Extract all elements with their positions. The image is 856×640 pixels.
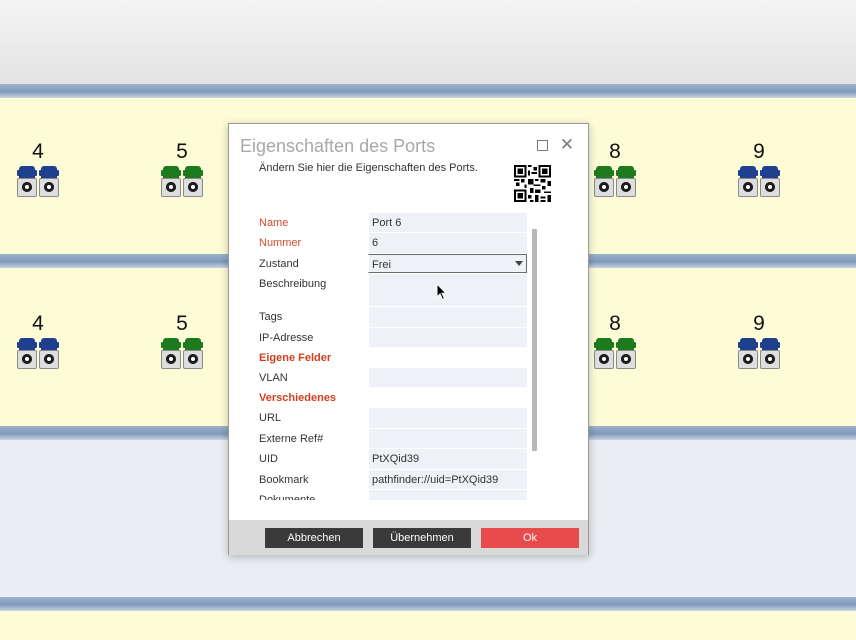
property-row-nummer[interactable]: Nummer 6 bbox=[254, 233, 527, 254]
property-row-vlan[interactable]: VLAN bbox=[254, 367, 527, 389]
property-grid-scrollbar[interactable] bbox=[532, 229, 537, 451]
port-number: 9 bbox=[753, 140, 765, 163]
port-number: 4 bbox=[32, 312, 44, 335]
rack-rail bbox=[0, 597, 856, 611]
property-label: Beschreibung bbox=[254, 274, 368, 307]
property-label: VLAN bbox=[254, 367, 368, 388]
port-group-5[interactable]: 5 bbox=[159, 312, 205, 370]
property-row-ip-adresse[interactable]: IP-Adresse bbox=[254, 327, 527, 348]
property-grid: Name Port 6 Nummer 6 Zustand Frei Beschr… bbox=[254, 213, 527, 500]
category-label: Verschiedenes bbox=[254, 388, 527, 408]
tags-field[interactable] bbox=[368, 307, 527, 327]
uid-field[interactable]: PtXQid39 bbox=[368, 449, 527, 469]
zustand-select[interactable]: Frei bbox=[368, 253, 527, 273]
port-group-9[interactable]: 9 bbox=[736, 312, 782, 370]
nummer-field[interactable]: 6 bbox=[368, 233, 527, 253]
port-number: 5 bbox=[176, 312, 188, 335]
property-row-zustand[interactable]: Zustand Frei bbox=[254, 253, 527, 275]
port-number: 5 bbox=[176, 140, 188, 163]
name-field[interactable]: Port 6 bbox=[368, 213, 527, 233]
category-label: Eigene Felder bbox=[254, 347, 527, 367]
zustand-selected-value: Frei bbox=[372, 258, 391, 271]
cancel-button[interactable]: Abbrechen bbox=[265, 528, 363, 548]
patch-panel-row-3 bbox=[0, 611, 856, 640]
qr-code-icon bbox=[514, 165, 551, 202]
ip-adresse-field[interactable] bbox=[368, 327, 527, 347]
property-label: Bookmark bbox=[254, 469, 368, 489]
category-eigene-felder[interactable]: Eigene Felder bbox=[254, 347, 527, 368]
maximize-icon[interactable] bbox=[537, 140, 548, 151]
port-number: 9 bbox=[753, 312, 765, 335]
port-jack-icon[interactable] bbox=[738, 166, 758, 198]
rack-rail bbox=[0, 84, 856, 98]
close-icon[interactable]: ✕ bbox=[558, 136, 576, 154]
property-row-uid[interactable]: UID PtXQid39 bbox=[254, 449, 527, 470]
property-row-bookmark[interactable]: Bookmark pathfinder://uid=PtXQid39 bbox=[254, 469, 527, 490]
url-field[interactable] bbox=[368, 408, 527, 428]
port-group-9[interactable]: 9 bbox=[736, 140, 782, 198]
port-jack-icon[interactable] bbox=[39, 166, 59, 198]
port-group-4[interactable]: 4 bbox=[15, 312, 61, 370]
property-label: URL bbox=[254, 408, 368, 428]
property-label: Nummer bbox=[254, 233, 368, 253]
chevron-down-icon[interactable] bbox=[515, 260, 523, 266]
port-group-8[interactable]: 8 bbox=[592, 312, 638, 370]
port-jack-icon[interactable] bbox=[39, 338, 59, 370]
externe-ref-field[interactable] bbox=[368, 428, 527, 449]
top-background bbox=[0, 0, 856, 84]
port-group-8[interactable]: 8 bbox=[592, 140, 638, 198]
property-label: Tags bbox=[254, 307, 368, 327]
port-properties-dialog: Eigenschaften des Ports ✕ Ändern Sie hie… bbox=[228, 123, 589, 555]
property-row-url[interactable]: URL bbox=[254, 408, 527, 429]
port-jack-icon[interactable] bbox=[616, 338, 636, 370]
port-group-4[interactable]: 4 bbox=[15, 140, 61, 198]
port-jack-icon[interactable] bbox=[616, 166, 636, 198]
property-row-externe-ref[interactable]: Externe Ref# bbox=[254, 428, 527, 450]
property-row-name[interactable]: Name Port 6 bbox=[254, 213, 527, 234]
port-number: 4 bbox=[32, 140, 44, 163]
port-group-5[interactable]: 5 bbox=[159, 140, 205, 198]
port-number: 8 bbox=[609, 312, 621, 335]
port-jack-icon[interactable] bbox=[161, 166, 181, 198]
port-jack-icon[interactable] bbox=[17, 166, 37, 198]
port-jack-icon[interactable] bbox=[183, 338, 203, 370]
port-jack-icon[interactable] bbox=[183, 166, 203, 198]
property-row-dokumente[interactable]: Dokumente bbox=[254, 489, 527, 500]
property-label: IP-Adresse bbox=[254, 327, 368, 347]
property-label: Externe Ref# bbox=[254, 428, 368, 449]
property-row-tags[interactable]: Tags bbox=[254, 307, 527, 328]
property-label: Name bbox=[254, 213, 368, 233]
category-verschiedenes[interactable]: Verschiedenes bbox=[254, 388, 527, 409]
port-jack-icon[interactable] bbox=[594, 166, 614, 198]
port-jack-icon[interactable] bbox=[760, 166, 780, 198]
port-jack-icon[interactable] bbox=[738, 338, 758, 370]
dokumente-field[interactable] bbox=[368, 489, 527, 500]
property-row-beschreibung[interactable]: Beschreibung bbox=[254, 274, 527, 308]
port-jack-icon[interactable] bbox=[161, 338, 181, 370]
ok-button[interactable]: Ok bbox=[481, 528, 579, 548]
port-jack-icon[interactable] bbox=[17, 338, 37, 370]
port-jack-icon[interactable] bbox=[760, 338, 780, 370]
mouse-cursor-icon bbox=[436, 283, 448, 301]
bookmark-field[interactable]: pathfinder://uid=PtXQid39 bbox=[368, 469, 527, 489]
port-jack-icon[interactable] bbox=[594, 338, 614, 370]
vlan-field[interactable] bbox=[368, 367, 527, 388]
property-label: UID bbox=[254, 449, 368, 469]
property-label: Dokumente bbox=[254, 489, 368, 500]
dialog-subtitle: Ändern Sie hier die Eigenschaften des Po… bbox=[259, 162, 478, 174]
apply-button[interactable]: Übernehmen bbox=[373, 528, 471, 548]
property-label: Zustand bbox=[254, 253, 368, 274]
port-number: 8 bbox=[609, 140, 621, 163]
dialog-footer: Abbrechen Übernehmen Ok bbox=[229, 520, 588, 555]
dialog-title: Eigenschaften des Ports bbox=[240, 136, 436, 156]
